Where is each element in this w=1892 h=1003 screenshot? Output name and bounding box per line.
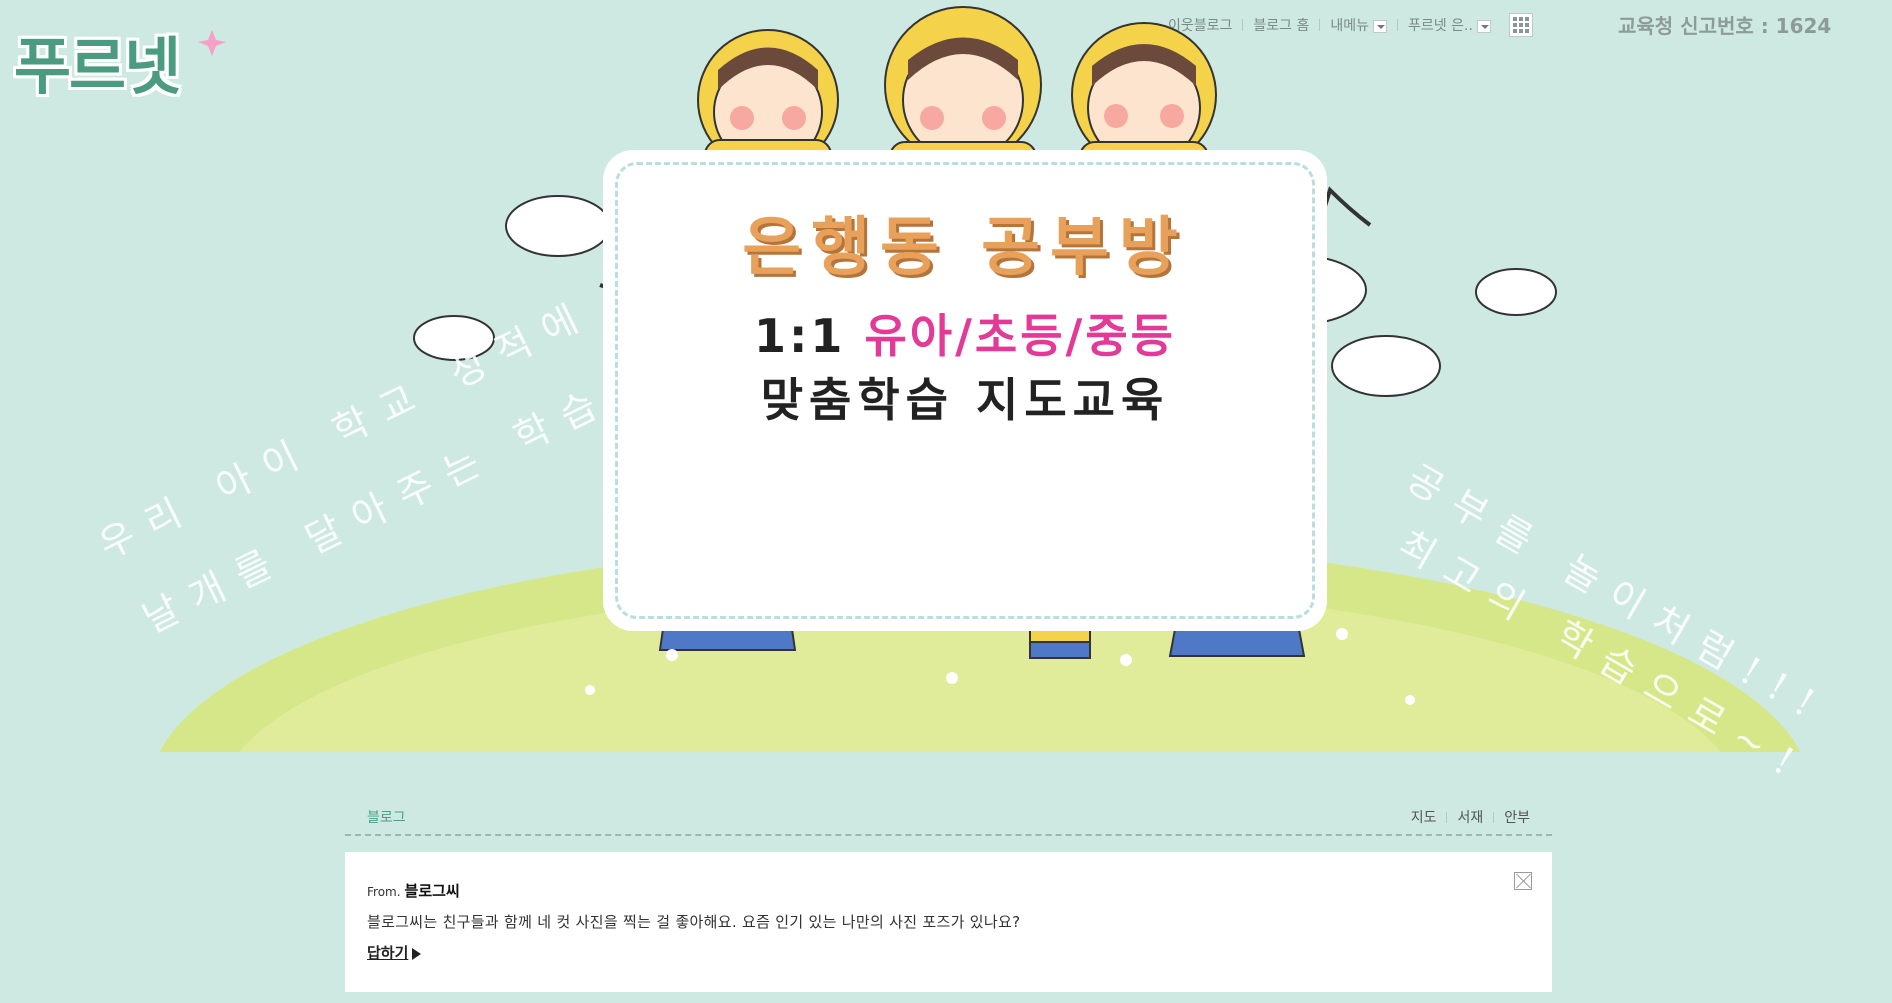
tab-library[interactable]: 서재 (1457, 807, 1483, 827)
blogssi-message: From. 블로그씨 블로그씨는 친구들과 함께 네 컷 사진을 찍는 걸 좋아해… (345, 852, 1552, 992)
reply-button[interactable]: 답하기 (367, 942, 408, 963)
divider (1493, 811, 1495, 823)
banner-subtitle: 1:1 유아/초등/중등 (754, 309, 1176, 363)
blog-home-link[interactable]: 블로그 홈 (1253, 15, 1309, 35)
purunet-dropdown[interactable]: 푸르넷 은.. (1408, 15, 1491, 35)
my-menu-dropdown[interactable]: 내메뉴 (1330, 15, 1388, 35)
message-sender: 블로그씨 (404, 882, 460, 900)
message-from: From. 블로그씨 (367, 882, 460, 900)
banner: 은행동 공부방 1:1 유아/초등/중등 맞춤학습 지도교육 우리 아이 학교 … (0, 0, 1892, 792)
report-number: 교육청 신고번호 : 1624 (1618, 14, 1832, 38)
tab-blog[interactable]: 블로그 (367, 807, 406, 827)
banner-subtitle-2: 맞춤학습 지도교육 (760, 373, 1170, 427)
children-illustration (697, 6, 1217, 173)
close-icon[interactable] (1514, 872, 1532, 890)
chevron-down-icon[interactable] (1373, 19, 1388, 33)
message-text: 블로그씨는 친구들과 함께 네 컷 사진을 찍는 걸 좋아해요. 요즘 인기 있… (367, 913, 1021, 931)
blog-content: 블로그 지도 서재 안부 From. 블로그씨 블로그씨는 친구들과 함께 네 컷… (345, 800, 1552, 992)
play-arrow-icon[interactable] (412, 947, 422, 960)
divider (1319, 19, 1321, 31)
tab-guestbook[interactable]: 안부 (1504, 807, 1530, 827)
divider (1397, 19, 1399, 31)
apps-grid-icon[interactable] (1508, 13, 1533, 37)
divider (1446, 811, 1448, 823)
banner-title: 은행동 공부방 (742, 210, 1188, 285)
blog-tabbar: 블로그 지도 서재 안부 (345, 800, 1552, 836)
tab-map[interactable]: 지도 (1411, 807, 1437, 827)
top-navigation: 이웃블로그 블로그 홈 내메뉴 푸르넷 은.. (1168, 13, 1533, 37)
neighbor-blog-link[interactable]: 이웃블로그 (1168, 15, 1232, 35)
divider (1242, 19, 1244, 31)
purunet-logo[interactable]: 푸르넷 (14, 16, 181, 106)
title-board: 은행동 공부방 1:1 유아/초등/중등 맞춤학습 지도교육 (603, 150, 1327, 631)
chevron-down-icon[interactable] (1476, 19, 1491, 33)
tab-links: 지도 서재 안부 (1411, 807, 1530, 827)
